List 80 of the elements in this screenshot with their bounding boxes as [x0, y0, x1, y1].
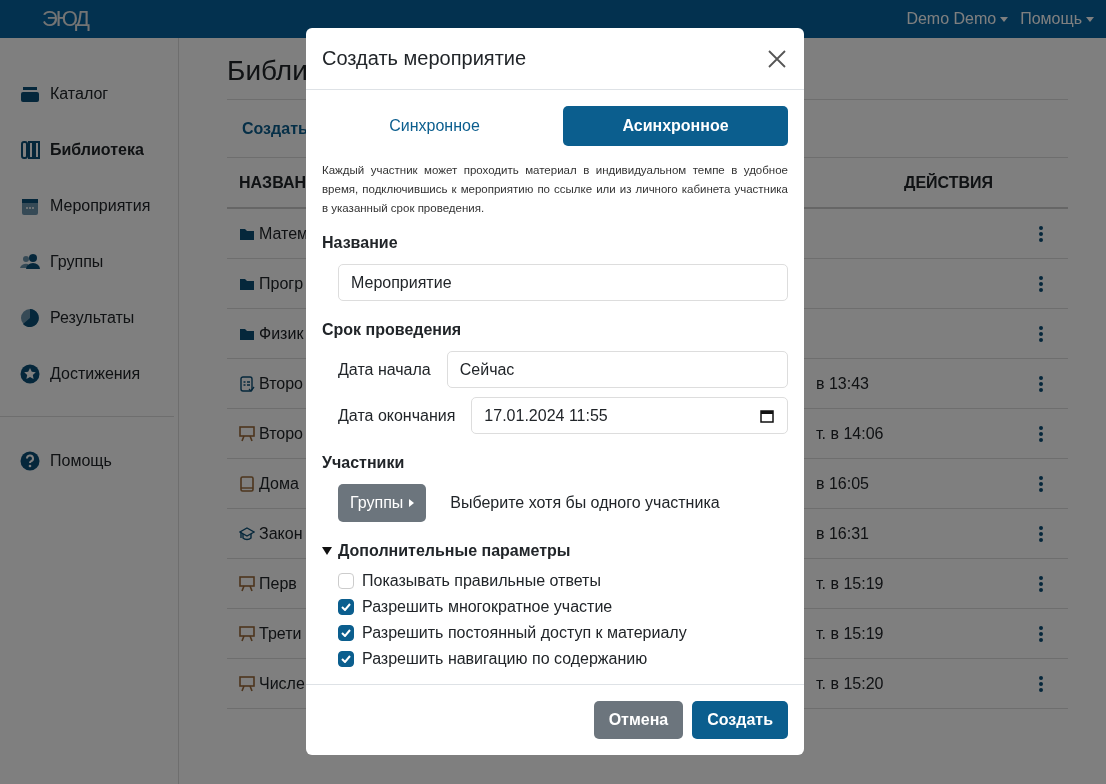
- checkbox-label: Разрешить навигацию по содержанию: [362, 650, 648, 668]
- input-field[interactable]: Сейчас: [446, 351, 788, 388]
- checkmark-icon: [341, 603, 351, 611]
- table-cell: в 16:05: [816, 474, 869, 492]
- date-field[interactable]: 17.01.2024 11:55: [471, 397, 788, 434]
- sidebar-item[interactable]: Достижения: [0, 346, 178, 402]
- star-badge-icon: [20, 364, 40, 384]
- checkbox[interactable]: [338, 599, 354, 615]
- hint-text: Выберите хотя бы одного участника: [450, 494, 720, 512]
- more-options-icon[interactable]: [1038, 525, 1044, 542]
- tray-icon: [20, 84, 40, 104]
- easel-icon: [239, 575, 255, 592]
- calendar-icon: [760, 409, 774, 423]
- input-field[interactable]: Мероприятие: [338, 264, 788, 301]
- table-cell: Перв: [259, 574, 297, 593]
- table-cell: Закон: [259, 524, 303, 543]
- table-cell: в 16:31: [816, 524, 869, 542]
- help-icon: [20, 451, 40, 471]
- mode-tab[interactable]: Асинхронное: [563, 106, 788, 146]
- field-label: Дата окончания: [338, 406, 456, 425]
- table-cell: Прогр: [259, 274, 304, 293]
- cancel-button[interactable]: Отмена: [593, 701, 684, 739]
- nav-menu[interactable]: Demo Demo: [906, 10, 1009, 28]
- table-cell: т. в 14:06: [816, 424, 884, 442]
- more-options-icon[interactable]: [1038, 475, 1044, 492]
- books-icon: [20, 140, 40, 160]
- more-options-icon[interactable]: [1038, 675, 1044, 692]
- more-options-icon[interactable]: [1038, 575, 1044, 592]
- table-cell: Дома: [259, 474, 299, 493]
- sidebar-item[interactable]: Каталог: [0, 66, 178, 122]
- table-cell: Второ: [259, 424, 303, 443]
- more-options-icon[interactable]: [1038, 625, 1044, 642]
- create-button[interactable]: Создать: [692, 701, 788, 739]
- advanced-toggle[interactable]: Дополнительные параметры: [322, 542, 788, 560]
- nav-menu[interactable]: Помощь: [1020, 10, 1094, 28]
- field-label: Название: [322, 234, 399, 252]
- groups-button[interactable]: Группы: [338, 484, 427, 522]
- checkbox-label: Разрешить постоянный доступ к материалу: [362, 624, 687, 642]
- checkmark-icon: [341, 655, 351, 663]
- field-label: Срок проведения: [322, 321, 463, 339]
- table-cell: т. в 15:20: [816, 674, 884, 692]
- dialog-title: Создать мероприятие: [322, 47, 527, 70]
- sidebar-item[interactable]: Результаты: [0, 290, 178, 346]
- sidebar-item[interactable]: Библиотека: [0, 122, 178, 178]
- sidebar-item[interactable]: Группы: [0, 234, 178, 290]
- sidebar-item[interactable]: Помощь: [0, 433, 178, 489]
- checkbox-label: Разрешить многократное участие: [362, 598, 613, 616]
- graduation-cap-icon: [239, 525, 255, 542]
- column-header: НАЗВАН: [238, 173, 307, 192]
- table-cell: Второ: [259, 374, 303, 393]
- sidebar-item[interactable]: Мероприятия: [0, 178, 178, 234]
- table-cell: в 13:43: [816, 374, 869, 392]
- caret-down-icon: [1086, 16, 1094, 22]
- caret-right-icon: [409, 499, 415, 507]
- table-cell: т. в 15:19: [816, 624, 884, 642]
- column-header: ДЕЙСТВИЯ: [904, 173, 995, 192]
- logo[interactable]: ЭЮД: [42, 6, 88, 32]
- book-icon: [239, 475, 255, 492]
- more-options-icon[interactable]: [1038, 425, 1044, 442]
- description-text: Каждый участник может проходить материал в индивидуальном темпе в удобное время, подключившись к мероприятию по ссылке или из личного кабинета участника в указанный срок проведения.: [322, 163, 788, 216]
- table-cell: Матем: [259, 224, 309, 243]
- checkbox[interactable]: [338, 651, 354, 667]
- easel-icon: [239, 625, 255, 642]
- checkbox-label: Показывать правильные ответы: [362, 572, 601, 590]
- table-cell: Трети: [259, 624, 302, 643]
- table-cell: Физик: [259, 324, 304, 343]
- field-label: Участники: [322, 454, 406, 472]
- caret-down-icon: [1000, 16, 1009, 22]
- more-options-icon[interactable]: [1038, 325, 1044, 342]
- easel-icon: [239, 675, 255, 692]
- checkmark-icon: [341, 629, 351, 637]
- more-options-icon[interactable]: [1038, 275, 1044, 292]
- checklist-icon: [239, 375, 255, 392]
- more-options-icon[interactable]: [1038, 375, 1044, 392]
- checkbox[interactable]: [338, 625, 354, 641]
- table-cell: т. в 15:19: [816, 574, 884, 592]
- more-options-icon[interactable]: [1038, 225, 1044, 242]
- table-cell: Числе: [259, 674, 305, 693]
- easel-icon: [239, 425, 255, 442]
- field-label: Дата начала: [338, 360, 431, 379]
